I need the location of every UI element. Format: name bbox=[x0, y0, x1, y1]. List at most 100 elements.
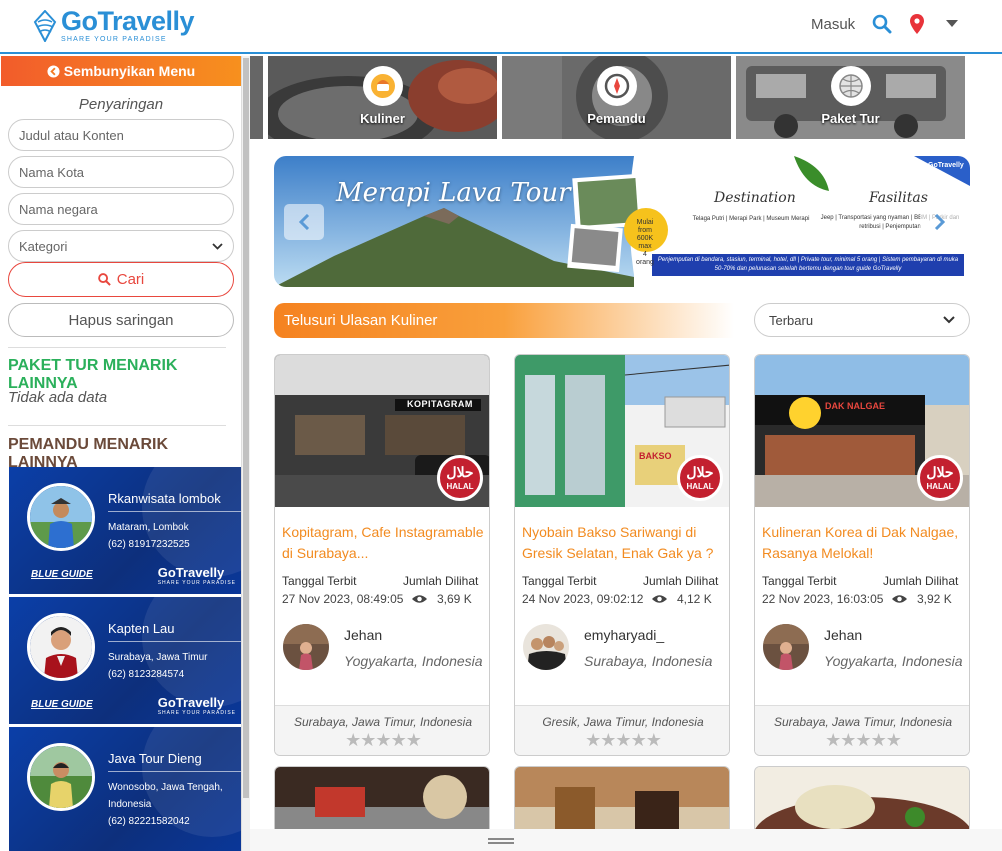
review-card[interactable]: DAK NALGAE حلال HALAL Kulineran Korea di … bbox=[754, 354, 970, 756]
chevron-down-icon bbox=[943, 316, 955, 324]
guide-avatar bbox=[27, 743, 95, 811]
banner-brand: GoTravelly bbox=[928, 162, 964, 169]
divider bbox=[8, 347, 226, 348]
published-date: 22 Nov 2023, 16:03:05 bbox=[762, 592, 884, 606]
rating-stars: ★★★★★ bbox=[825, 730, 902, 750]
guide-phone: (62) 81917232525 bbox=[108, 539, 190, 550]
location-pin-icon[interactable] bbox=[909, 14, 925, 34]
guide-card[interactable]: Kapten Lau Surabaya, Jawa Timur (62) 812… bbox=[9, 597, 241, 724]
halal-badge: حلال HALAL bbox=[917, 455, 963, 501]
review-place: Surabaya, Jawa Timur, Indonesia bbox=[294, 715, 472, 729]
halal-badge: حلال HALAL bbox=[677, 455, 723, 501]
divider bbox=[8, 425, 226, 426]
banner-destination-heading: Destination bbox=[714, 190, 796, 206]
guide-location-text: Surabaya, Jawa Timur bbox=[108, 652, 208, 663]
eye-icon bbox=[412, 595, 427, 603]
guide-location-text: Wonosobo, Jawa Tengah, Indonesia bbox=[108, 782, 223, 810]
guide-name: Kapten Lau bbox=[108, 621, 175, 636]
guide-phone: (62) 8123284574 bbox=[108, 669, 185, 680]
search-button-label: Cari bbox=[116, 271, 145, 288]
filter-sidebar: Sembunyikan Menu Penyaringan Judul atau … bbox=[0, 56, 242, 851]
food-icon bbox=[362, 66, 403, 106]
review-place: Gresik, Jawa Timur, Indonesia bbox=[542, 715, 704, 729]
banner-prev-button[interactable] bbox=[284, 204, 324, 240]
guide-avatar bbox=[27, 613, 95, 681]
author-location: Yogyakarta, Indonesia bbox=[824, 653, 963, 669]
country-input[interactable]: Nama negara bbox=[8, 193, 234, 225]
country-placeholder: Nama negara bbox=[19, 201, 98, 217]
title-content-input[interactable]: Judul atau Konten bbox=[8, 119, 234, 151]
banner-facility-heading: Fasilitas bbox=[869, 190, 928, 206]
review-card[interactable]: KOPITAGRAM حلال HALAL Kopitagram, Cafe In… bbox=[274, 354, 490, 756]
review-title[interactable]: Kulineran Korea di Dak Nalgae, Rasanya M… bbox=[762, 522, 966, 564]
guide-location-text: Mataram, Lombok bbox=[108, 522, 189, 533]
chevron-right-icon bbox=[934, 214, 946, 230]
category-label: Kuliner bbox=[360, 111, 405, 126]
views-label: Jumlah Dilihat bbox=[643, 574, 719, 588]
eye-icon bbox=[652, 595, 667, 603]
category-select[interactable]: Kategori bbox=[8, 230, 234, 262]
published-label: Tanggal Terbit bbox=[762, 574, 837, 588]
rating-stars: ★★★★★ bbox=[585, 730, 662, 750]
guide-name: Java Tour Dieng bbox=[108, 751, 202, 766]
city-input[interactable]: Nama Kota bbox=[8, 156, 234, 188]
divider bbox=[108, 771, 241, 772]
guide-card[interactable]: Rkanwisata lombok Mataram, Lombok (62) 8… bbox=[9, 467, 241, 594]
filter-title: Penyaringan bbox=[78, 96, 164, 113]
logo-mark-icon bbox=[33, 9, 57, 42]
review-photo: BAKSO حلال HALAL bbox=[515, 355, 729, 507]
search-icon[interactable] bbox=[872, 14, 892, 34]
page: { "header": { "brand": "GoTravelly", "ta… bbox=[0, 0, 1002, 851]
login-link[interactable]: Masuk bbox=[811, 16, 855, 33]
author-avatar[interactable] bbox=[763, 624, 809, 670]
author-avatar[interactable] bbox=[523, 624, 569, 670]
view-count: 3,92 K bbox=[917, 592, 952, 606]
halal-label: HALAL bbox=[686, 482, 714, 491]
banner-title: Merapi Lava Tour bbox=[336, 178, 571, 208]
banner-note: Penjemputan di bandara, stasiun, termina… bbox=[657, 257, 959, 272]
hide-menu-button[interactable]: Sembunyikan Menu bbox=[1, 56, 241, 86]
city-placeholder: Nama Kota bbox=[19, 164, 85, 180]
hide-menu-label: Sembunyikan Menu bbox=[63, 63, 196, 79]
card-brand-tagline: SHARE YOUR PARADISE bbox=[157, 580, 236, 586]
divider bbox=[108, 511, 241, 512]
author-location: Yogyakarta, Indonesia bbox=[344, 653, 483, 669]
resize-grip-icon[interactable] bbox=[488, 838, 514, 844]
banner-destination-text: Telaga Putri | Merapi Park | Museum Mera… bbox=[692, 216, 810, 222]
guide-location: Mataram, Lombok (62) 81917232525 bbox=[108, 519, 238, 553]
eye-icon bbox=[892, 595, 907, 603]
title-content-placeholder: Judul atau Konten bbox=[19, 127, 124, 143]
category-tile-partial[interactable] bbox=[250, 56, 263, 139]
reset-filter-button[interactable]: Hapus saringan bbox=[8, 303, 234, 337]
chevron-down-icon bbox=[212, 242, 223, 250]
caret-down-icon[interactable] bbox=[946, 20, 958, 28]
category-tile-kuliner[interactable]: Kuliner bbox=[268, 56, 497, 139]
author-name[interactable]: Jehan bbox=[344, 627, 382, 643]
promo-banner[interactable]: Merapi Lava Tour Mulai from 600K max 4 o… bbox=[274, 156, 970, 287]
category-tile-paket-tur[interactable]: Paket Tur bbox=[736, 56, 965, 139]
review-footer: Surabaya, Jawa Timur, Indonesia ★★★★★ bbox=[275, 705, 489, 755]
sort-select[interactable]: Terbaru bbox=[754, 303, 970, 337]
search-button[interactable]: Cari bbox=[8, 262, 234, 297]
banner-next-button[interactable] bbox=[920, 204, 960, 240]
author-name[interactable]: Jehan bbox=[824, 627, 862, 643]
review-title[interactable]: Kopitagram, Cafe Instagramable di Suraba… bbox=[282, 522, 486, 564]
guide-avatar bbox=[27, 483, 95, 551]
guide-card[interactable]: Java Tour Dieng Wonosobo, Jawa Tengah, I… bbox=[9, 727, 241, 851]
category-tile-pemandu[interactable]: Pemandu bbox=[502, 56, 731, 139]
sidebar-scrollbar[interactable] bbox=[242, 56, 250, 851]
guide-location: Wonosobo, Jawa Tengah, Indonesia (62) 82… bbox=[108, 779, 238, 830]
author-avatar[interactable] bbox=[283, 624, 329, 670]
category-value: Kategori bbox=[19, 238, 68, 254]
brand-logo[interactable]: GoTravelly SHARE YOUR PARADISE bbox=[33, 8, 195, 43]
author-name[interactable]: emyharyadi_ bbox=[584, 627, 664, 643]
scrollbar-thumb[interactable] bbox=[243, 58, 249, 798]
rating-stars: ★★★★★ bbox=[345, 730, 422, 750]
store-sign: KOPITAGRAM bbox=[407, 399, 473, 409]
card-brand-logo: GoTravelly SHARE YOUR PARADISE bbox=[158, 695, 236, 716]
review-title[interactable]: Nyobain Bakso Sariwangi di Gresik Selata… bbox=[522, 522, 726, 564]
card-brand-logo: GoTravelly SHARE YOUR PARADISE bbox=[158, 565, 236, 586]
review-card[interactable]: BAKSO حلال HALAL Nyobain Bakso Sariwangi … bbox=[514, 354, 730, 756]
view-count: 4,12 K bbox=[677, 592, 712, 606]
views-label: Jumlah Dilihat bbox=[403, 574, 479, 588]
